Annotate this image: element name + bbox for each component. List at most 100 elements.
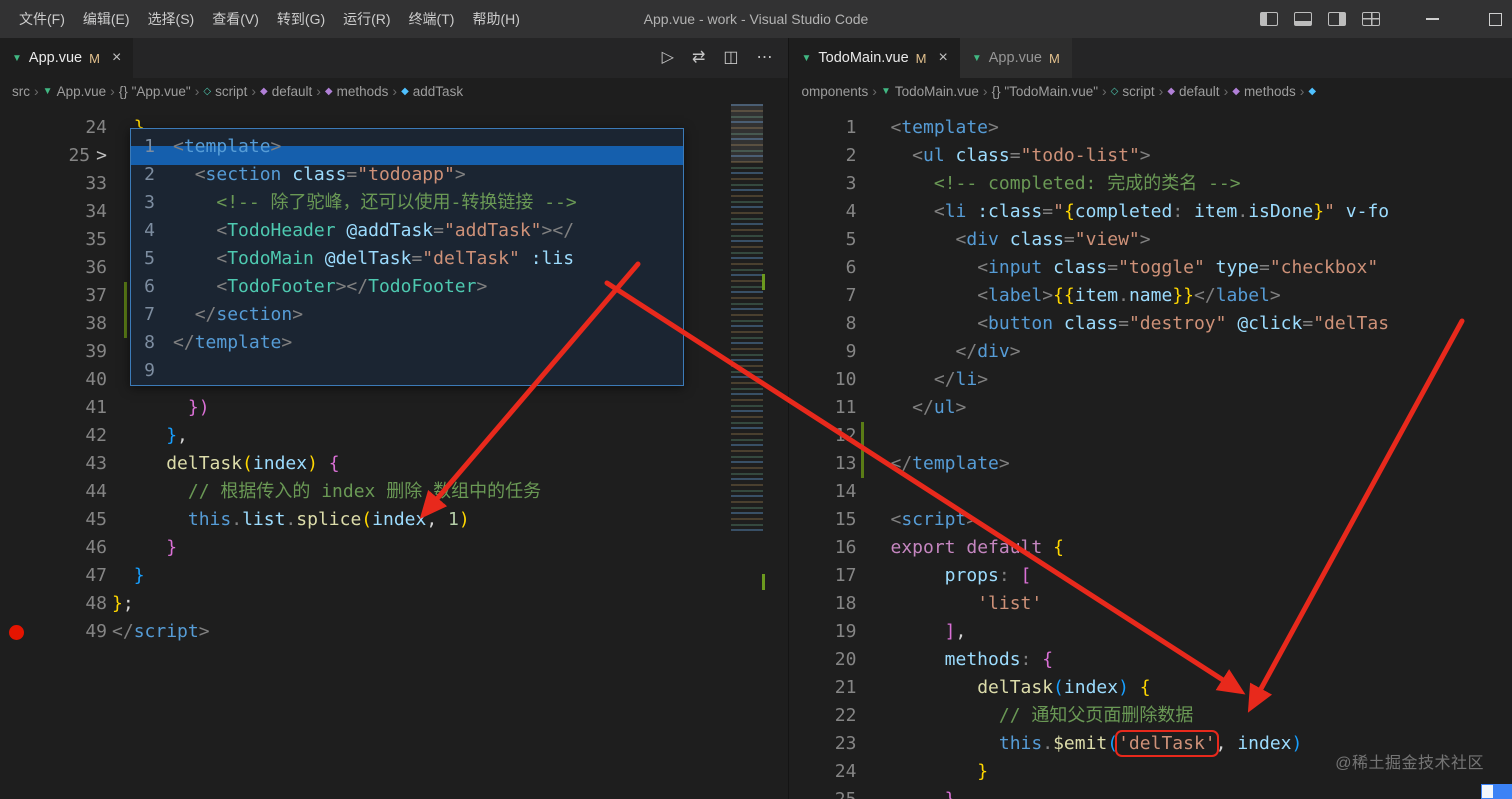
line-number[interactable]: 20 xyxy=(789,646,857,674)
breadcrumb-item[interactable]: ◆ methods xyxy=(1232,84,1295,99)
line-number[interactable]: 43 xyxy=(0,450,107,478)
code-line[interactable]: 43 delTask(index) { xyxy=(0,450,788,478)
line-number[interactable]: 46 xyxy=(0,534,107,562)
editor-tab[interactable]: ▼ App.vue M xyxy=(959,38,1072,78)
code-line[interactable]: 8 <button class="destroy" @click="delTas xyxy=(789,310,1512,338)
breadcrumb-item[interactable]: ◆ default xyxy=(1167,84,1219,99)
line-number[interactable]: 1 xyxy=(131,133,155,161)
line-number[interactable]: 37 xyxy=(0,282,107,310)
line-number[interactable]: 40 xyxy=(0,366,107,394)
line-number[interactable]: 4 xyxy=(789,198,857,226)
code-line[interactable]: 10 </li> xyxy=(789,366,1512,394)
more-actions-icon[interactable]: ⋯ xyxy=(756,50,772,66)
left-editor[interactable]: 24 }25>3334353637383940 isDone: false41 … xyxy=(0,104,789,799)
code-line[interactable]: 11 </ul> xyxy=(789,394,1512,422)
breadcrumb-item[interactable]: ◇ script xyxy=(1111,84,1155,99)
menu-item[interactable]: 运行(R) xyxy=(334,0,399,38)
breadcrumb-item[interactable]: omponents xyxy=(801,84,868,99)
code-line[interactable]: 13 </template> xyxy=(789,450,1512,478)
menu-item[interactable]: 帮助(H) xyxy=(463,0,528,38)
line-number[interactable]: 45 xyxy=(0,506,107,534)
code-line[interactable]: 8 </template> xyxy=(131,329,683,357)
code-line[interactable]: 4 <li :class="{completed: item.isDone}" … xyxy=(789,198,1512,226)
line-number[interactable]: 22 xyxy=(789,702,857,730)
line-number[interactable]: 12 xyxy=(789,422,857,450)
minimize-button[interactable] xyxy=(1426,18,1439,20)
close-tab-icon[interactable]: × xyxy=(939,49,948,67)
line-number[interactable]: 2 xyxy=(789,142,857,170)
line-number[interactable]: 25 xyxy=(789,786,857,799)
line-number[interactable]: 6 xyxy=(789,254,857,282)
code-line[interactable]: 7 </section> xyxy=(131,301,683,329)
menu-item[interactable]: 文件(F) xyxy=(10,0,74,38)
minimap-slider[interactable] xyxy=(731,104,764,162)
line-number[interactable]: 21 xyxy=(789,674,857,702)
menu-item[interactable]: 终端(T) xyxy=(400,0,464,38)
line-number[interactable]: 8 xyxy=(789,310,857,338)
code-line[interactable]: 22 // 通知父页面删除数据 xyxy=(789,702,1512,730)
breadcrumb-item[interactable]: ◆ default xyxy=(260,84,312,99)
line-number[interactable]: 1 xyxy=(789,114,857,142)
line-number[interactable]: 3 xyxy=(131,189,155,217)
customize-layout-icon[interactable] xyxy=(1362,12,1380,26)
line-number[interactable]: 13 xyxy=(789,450,857,478)
code-line[interactable]: 42 }, xyxy=(0,422,788,450)
line-number[interactable]: 10 xyxy=(789,366,857,394)
code-line[interactable]: 1 <template> xyxy=(131,133,683,161)
breakpoint-dot[interactable] xyxy=(9,625,24,640)
code-line[interactable]: 14 xyxy=(789,478,1512,506)
line-number[interactable]: 3 xyxy=(789,170,857,198)
code-line[interactable]: 15 <script> xyxy=(789,506,1512,534)
code-line[interactable]: 4 <TodoHeader @addTask="addTask"></ xyxy=(131,217,683,245)
line-number[interactable]: 18 xyxy=(789,590,857,618)
code-line[interactable]: 7 <label>{{item.name}}</label> xyxy=(789,282,1512,310)
right-editor[interactable]: 1 <template> 2 <ul class="todo-list"> 3 <!-… xyxy=(789,104,1512,799)
line-number[interactable]: 47 xyxy=(0,562,107,590)
code-line[interactable]: 19 ], xyxy=(789,618,1512,646)
editor-tab[interactable]: ▼ TodoMain.vue M × xyxy=(789,38,960,78)
toggle-primary-sidebar-icon[interactable] xyxy=(1260,12,1278,26)
line-number[interactable]: 48 xyxy=(0,590,107,618)
line-number[interactable]: 15 xyxy=(789,506,857,534)
breadcrumb-item[interactable]: ▼ TodoMain.vue xyxy=(881,84,979,99)
line-number[interactable]: 44 xyxy=(0,478,107,506)
toggle-secondary-sidebar-icon[interactable] xyxy=(1328,12,1346,26)
line-number[interactable]: 39 xyxy=(0,338,107,366)
breadcrumb-item[interactable]: {} "App.vue" xyxy=(119,84,191,99)
line-number[interactable]: 35 xyxy=(0,226,107,254)
line-number[interactable]: 16 xyxy=(789,534,857,562)
code-line[interactable]: 45 this.list.splice(index, 1) xyxy=(0,506,788,534)
code-line[interactable]: 6 <input class="toggle" type="checkbox" xyxy=(789,254,1512,282)
code-line[interactable]: 44 // 根据传入的 index 删除 数组中的任务 xyxy=(0,478,788,506)
line-number[interactable]: 9 xyxy=(789,338,857,366)
line-number[interactable]: 24 xyxy=(0,114,107,142)
code-line[interactable]: 18 'list' xyxy=(789,590,1512,618)
code-line[interactable]: 5 <TodoMain @delTask="delTask" :lis xyxy=(131,245,683,273)
line-number[interactable]: 7 xyxy=(789,282,857,310)
line-number[interactable]: 36 xyxy=(0,254,107,282)
code-line[interactable]: 12 xyxy=(789,422,1512,450)
editor-tab[interactable]: ▼ App.vue M × xyxy=(0,38,134,78)
code-line[interactable]: 5 <div class="view"> xyxy=(789,226,1512,254)
code-line[interactable]: 47 } xyxy=(0,562,788,590)
menu-item[interactable]: 转到(G) xyxy=(268,0,334,38)
code-line[interactable]: 21 delTask(index) { xyxy=(789,674,1512,702)
line-number[interactable]: 17 xyxy=(789,562,857,590)
breadcrumb-item[interactable]: {} "TodoMain.vue" xyxy=(992,84,1098,99)
menu-item[interactable]: 编辑(E) xyxy=(74,0,139,38)
line-number[interactable]: 14 xyxy=(789,478,857,506)
line-number[interactable]: 4 xyxy=(131,217,155,245)
line-number[interactable]: 41 xyxy=(0,394,107,422)
line-number[interactable]: 33 xyxy=(0,170,107,198)
breadcrumb-item[interactable]: ◆ xyxy=(1308,86,1320,97)
breadcrumb-item[interactable]: ◇ script xyxy=(203,84,247,99)
menu-item[interactable]: 选择(S) xyxy=(139,0,204,38)
line-number[interactable]: 9 xyxy=(131,357,155,385)
code-line[interactable]: 48}; xyxy=(0,590,788,618)
code-line[interactable]: 3 <!-- 除了驼峰，还可以使用-转换链接 --> xyxy=(131,189,683,217)
maximize-button[interactable] xyxy=(1489,12,1502,26)
line-number[interactable]: 7 xyxy=(131,301,155,329)
menu-item[interactable]: 查看(V) xyxy=(203,0,268,38)
line-number[interactable]: 5 xyxy=(789,226,857,254)
code-line[interactable]: 2 <section class="todoapp"> xyxy=(131,161,683,189)
